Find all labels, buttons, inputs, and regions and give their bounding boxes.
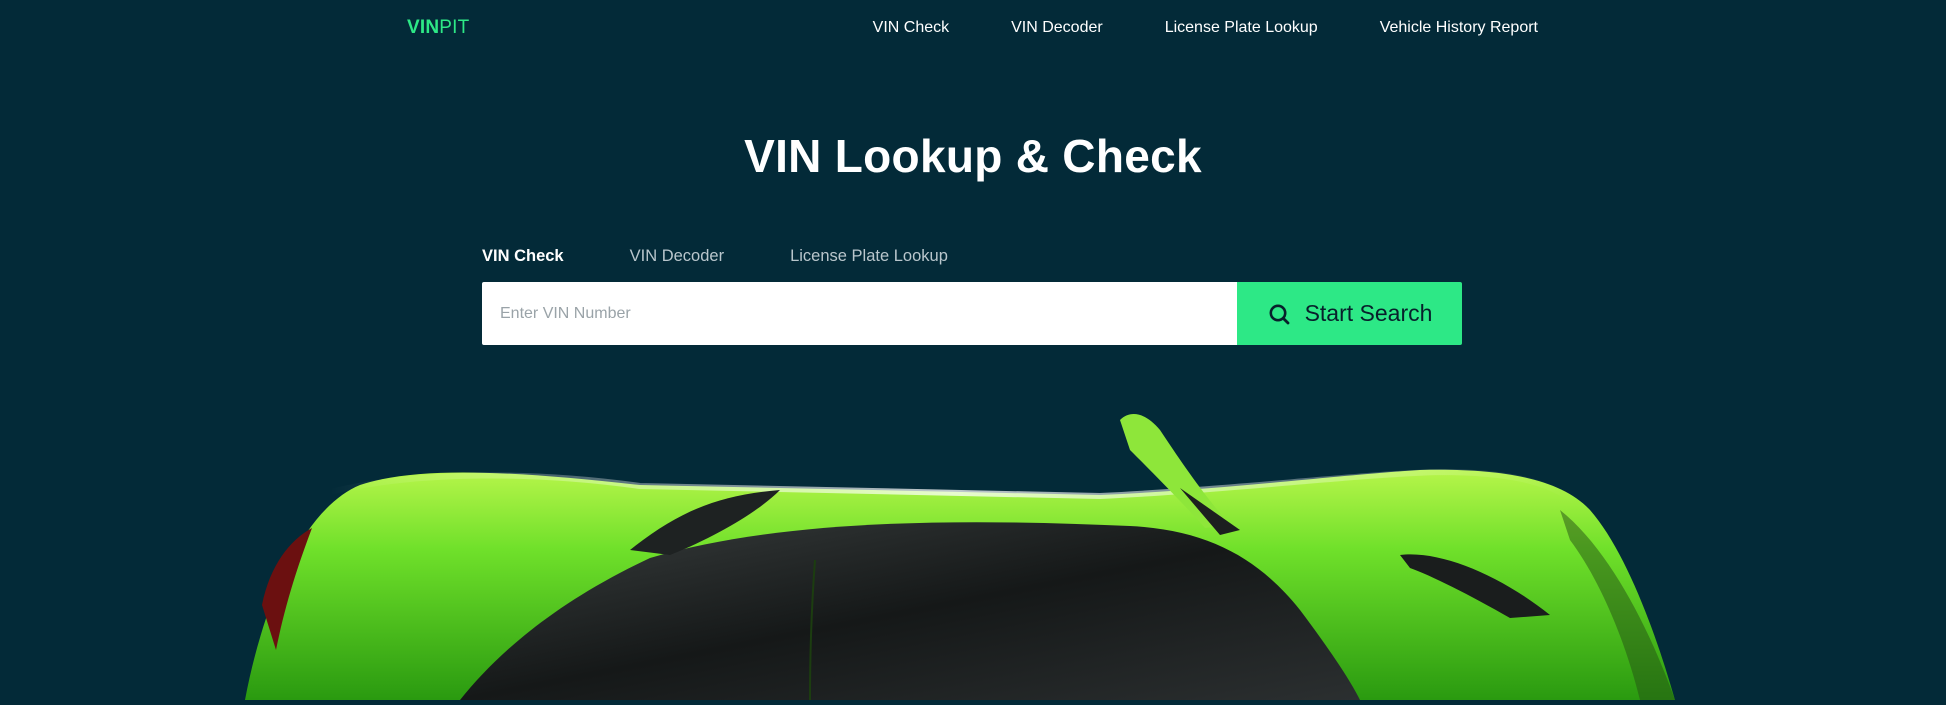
tab-license-plate-lookup[interactable]: License Plate Lookup — [790, 245, 948, 267]
nav-link-vin-decoder[interactable]: VIN Decoder — [1011, 18, 1103, 38]
vin-input[interactable] — [482, 282, 1237, 345]
site-header: VINPIT VIN Check VIN Decoder License Pla… — [0, 0, 1946, 58]
main-nav: VIN Check VIN Decoder License Plate Look… — [873, 18, 1538, 38]
search-tabs: VIN Check VIN Decoder License Plate Look… — [482, 245, 1014, 267]
logo-light-text: PIT — [439, 17, 470, 38]
search-bar: Start Search — [482, 282, 1462, 345]
site-logo[interactable]: VINPIT — [407, 17, 469, 39]
logo-bold-text: VIN — [407, 17, 440, 38]
nav-link-license-plate-lookup[interactable]: License Plate Lookup — [1165, 18, 1318, 38]
tab-vin-decoder[interactable]: VIN Decoder — [630, 245, 724, 267]
start-search-label: Start Search — [1304, 300, 1433, 326]
page-title: VIN Lookup & Check — [744, 130, 1202, 182]
nav-link-vin-check[interactable]: VIN Check — [873, 18, 949, 38]
start-search-button[interactable]: Start Search — [1237, 282, 1462, 345]
search-icon — [1267, 302, 1291, 326]
sports-car-image — [0, 400, 1946, 701]
nav-link-vehicle-history-report[interactable]: Vehicle History Report — [1380, 18, 1538, 38]
tab-vin-check[interactable]: VIN Check — [482, 245, 564, 267]
